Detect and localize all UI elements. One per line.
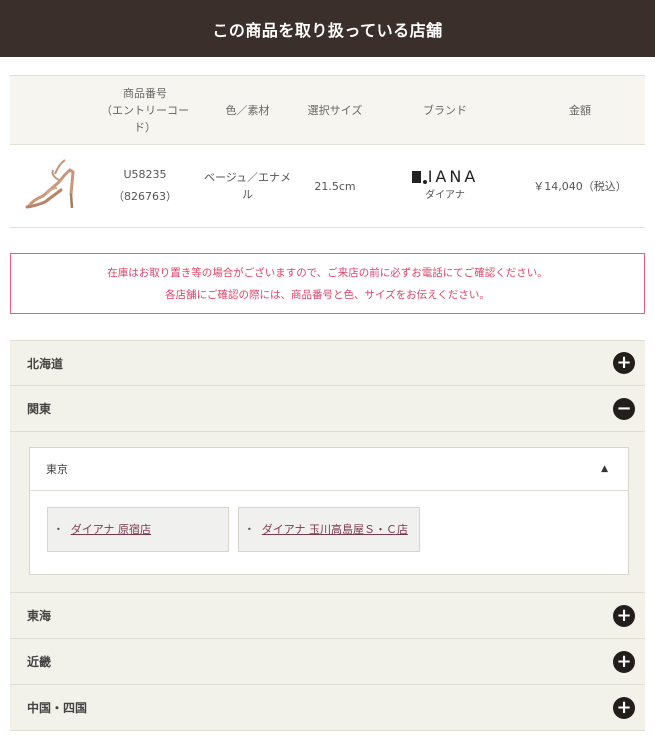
region-kanto-panel: 東京 ▲ • ダイアナ 原宿店 • ダイアナ 玉川高島屋Ｓ・Ｃ店 [10,432,645,593]
bullet-icon: • [247,525,252,534]
region-label: 北海道 [27,356,64,371]
product-number: U58235 [123,168,167,181]
store-item: • ダイアナ 原宿店 [47,507,229,552]
region-label: 関東 [27,402,52,416]
region-accordion: 北海道 + 関東 − 東京 ▲ • ダイアナ 原宿店 • ダイアナ 玉川高島屋Ｓ… [10,340,645,731]
caret-up-icon[interactable]: ▲ [601,464,608,474]
brand-cell: IANA ダイアナ [375,145,515,227]
product-table: 商品番号 （エントリーコー ド） 色／素材 選択サイズ ブランド 金額 U582… [10,75,645,228]
region-label: 東海 [27,609,52,623]
notice-line-2: 各店舗にご確認の際には、商品番号と色、サイズをお伝えください。 [165,288,490,301]
plus-icon[interactable]: + [613,650,635,673]
store-link-harajuku[interactable]: ダイアナ 原宿店 [71,522,151,537]
product-color: ベージュ／エナメル [203,171,291,201]
header-product-no-label: 商品番号 [123,86,167,100]
plus-icon[interactable]: + [613,696,635,719]
region-chugoku-shikoku[interactable]: 中国・四国 + [10,685,645,731]
brand-logo-text: IANA [427,167,479,186]
stock-notice: 在庫はお取り置き等の場合がございますので、ご来店の前に必ずお電話にてご確認くださ… [10,253,645,314]
page-title: この商品を取り扱っている店舗 [212,20,443,40]
store-list: • ダイアナ 原宿店 • ダイアナ 玉川高島屋Ｓ・Ｃ店 [30,491,628,552]
header-entry-code-label: （エントリーコー [101,103,189,117]
product-price: ￥14,040（税込） [533,179,627,193]
region-kinki[interactable]: 近畿 + [10,639,645,685]
store-link-tamagawa[interactable]: ダイアナ 玉川高島屋Ｓ・Ｃ店 [262,522,408,537]
header-color: 色／素材 [225,103,270,117]
region-kanto[interactable]: 関東 − [10,386,645,432]
prefecture-label: 東京 [46,463,68,476]
product-number-cell: U58235 （826763） [90,145,200,227]
product-image [10,145,90,227]
header-size: 選択サイズ [307,103,363,117]
sandal-image-icon [25,159,75,209]
brand-logo-mark [411,171,421,183]
notice-line-1: 在庫はお取り置き等の場合がございますので、ご来店の前に必ずお電話にてご確認くださ… [107,266,548,279]
product-size: 21.5cm [314,179,356,193]
region-label: 中国・四国 [27,701,88,715]
prefecture-panel-tokyo: 東京 ▲ • ダイアナ 原宿店 • ダイアナ 玉川高島屋Ｓ・Ｃ店 [29,447,629,575]
entry-code: （826763） [113,190,177,203]
product-row: U58235 （826763） ベージュ／エナメル 21.5cm IANA ダイ… [10,145,645,228]
plus-icon[interactable]: + [613,604,635,627]
minus-icon[interactable]: − [613,397,635,420]
header-product-no: 商品番号 （エントリーコー ド） [90,76,200,144]
region-hokkaido[interactable]: 北海道 + [10,340,645,386]
brand-logo-dot [422,180,427,184]
header-brand: ブランド [423,103,467,117]
header-price: 金額 [569,103,591,117]
product-table-header: 商品番号 （エントリーコー ド） 色／素材 選択サイズ ブランド 金額 [10,76,645,145]
header-entry-code-label-cont: ド） [134,120,156,134]
header-image-cell [10,76,90,144]
region-tokai[interactable]: 東海 + [10,593,645,639]
prefecture-header[interactable]: 東京 ▲ [30,448,628,491]
brand-name: ダイアナ [425,190,465,201]
store-item: • ダイアナ 玉川高島屋Ｓ・Ｃ店 [238,507,420,552]
page-header: この商品を取り扱っている店舗 [0,0,655,57]
bullet-icon: • [56,525,61,534]
brand-logo: IANA [411,167,479,186]
region-label: 近畿 [27,655,52,669]
plus-icon[interactable]: + [613,352,635,374]
